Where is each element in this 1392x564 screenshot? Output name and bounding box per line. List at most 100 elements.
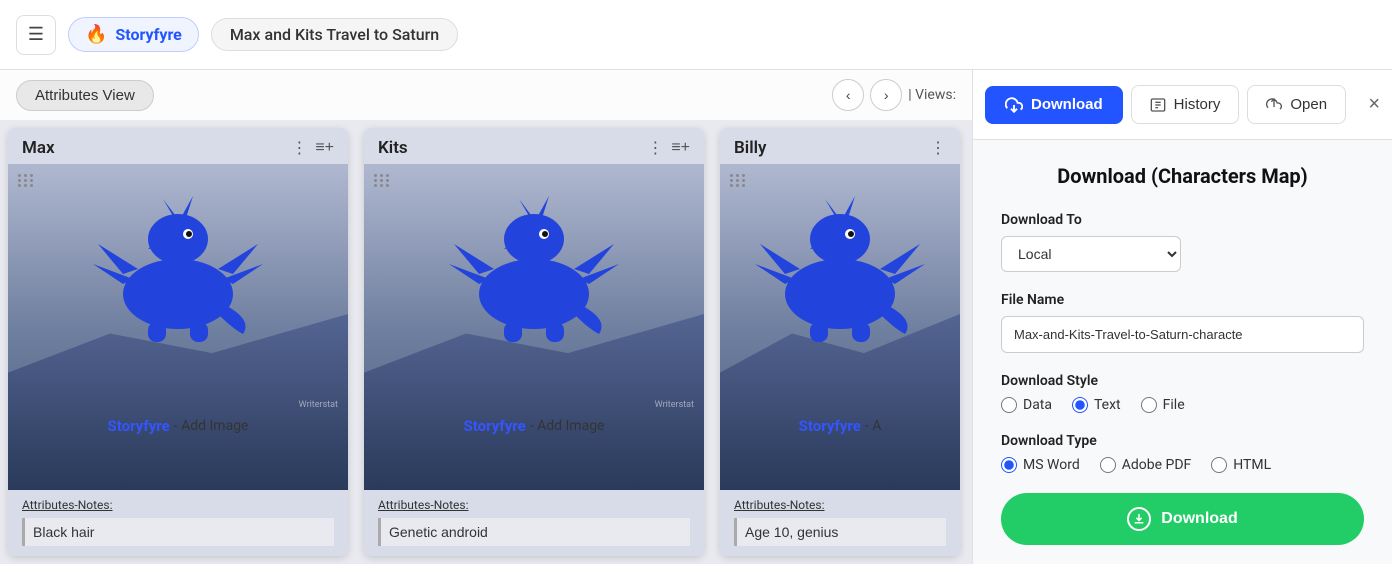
dragon-icon-kits [434, 174, 634, 344]
type-msword-radio[interactable] [1001, 457, 1017, 473]
file-name-input[interactable] [1001, 316, 1364, 353]
card-kits-add-button[interactable]: ≡+ [671, 139, 690, 157]
panel-close-button[interactable]: × [1368, 93, 1380, 116]
panel-download-button[interactable]: Download [985, 86, 1123, 124]
type-html-label: HTML [1233, 457, 1271, 473]
main-area: Attributes View ‹ › | Views: Max ⋮ ≡+ [0, 70, 1392, 564]
prev-view-button[interactable]: ‹ [832, 79, 864, 111]
card-kits-footer: Attributes-Notes: [364, 490, 704, 556]
style-text-radio[interactable] [1072, 397, 1088, 413]
history-icon [1150, 97, 1166, 113]
style-data-label: Data [1023, 397, 1052, 413]
menu-icon: ☰ [28, 24, 44, 45]
style-text-option[interactable]: Text [1072, 397, 1121, 413]
type-html-radio[interactable] [1211, 457, 1227, 473]
watermark-kits: Writerstat [655, 400, 694, 410]
card-billy-header: Billy ⋮ [720, 128, 960, 164]
download-to-select[interactable]: Local [1001, 236, 1181, 272]
card-max-name: Max [22, 138, 55, 158]
download-style-radio-group: Data Text File [1001, 397, 1364, 413]
card-kits-more-button[interactable]: ⋮ [647, 138, 663, 158]
download-to-group: Download To Local [1001, 212, 1364, 272]
file-name-group: File Name [1001, 292, 1364, 353]
storyfyre-add-image-billy: Storyfyre - A [799, 417, 882, 435]
add-image-text-billy: - A [865, 418, 881, 434]
views-controls: ‹ › | Views: [832, 79, 956, 111]
card-max: Max ⋮ ≡+ [8, 128, 348, 556]
brand-name: Storyfyre [115, 25, 181, 44]
file-name-label: File Name [1001, 292, 1364, 308]
flame-icon: 🔥 [85, 24, 107, 45]
card-max-more-button[interactable]: ⋮ [291, 138, 307, 158]
type-pdf-option[interactable]: Adobe PDF [1100, 457, 1192, 473]
views-label: | Views: [908, 87, 956, 103]
card-kits-actions: ⋮ ≡+ [647, 138, 690, 158]
panel-content: Download (Characters Map) Download To Lo… [973, 140, 1392, 564]
card-billy-image: Storyfyre - A [720, 164, 960, 490]
download-action-button[interactable]: Download [1001, 493, 1364, 545]
card-kits-header: Kits ⋮ ≡+ [364, 128, 704, 164]
download-type-label: Download Type [1001, 433, 1364, 449]
card-max-add-button[interactable]: ≡+ [315, 139, 334, 157]
card-billy-actions: ⋮ [930, 138, 946, 158]
card-billy: Billy ⋮ [720, 128, 960, 556]
style-file-radio[interactable] [1141, 397, 1157, 413]
style-file-label: File [1163, 397, 1185, 413]
card-kits-image: Writerstat Storyfyre - Add Image [364, 164, 704, 490]
download-to-label: Download To [1001, 212, 1364, 228]
storyfyre-add-image-kits: Storyfyre - Add Image [464, 417, 605, 435]
card-max-notes-label: Attributes-Notes: [22, 498, 334, 512]
download-arrow-icon [1133, 513, 1145, 525]
download-type-radio-group: MS Word Adobe PDF HTML [1001, 457, 1364, 473]
panel-open-button[interactable]: Open [1247, 85, 1346, 124]
card-kits-name: Kits [378, 138, 408, 158]
type-msword-label: MS Word [1023, 457, 1080, 473]
panel-title: Download (Characters Map) [1001, 164, 1364, 188]
card-billy-more-button[interactable]: ⋮ [930, 138, 946, 158]
card-kits-note-input[interactable] [378, 518, 690, 546]
topbar: ☰ 🔥 Storyfyre Max and Kits Travel to Sat… [0, 0, 1392, 70]
watermark: Writerstat [299, 400, 338, 410]
card-billy-notes-label: Attributes-Notes: [734, 498, 946, 512]
type-pdf-label: Adobe PDF [1122, 457, 1192, 473]
project-title: Max and Kits Travel to Saturn [211, 18, 458, 51]
dragon-icon-billy [740, 174, 940, 344]
dots-grid-kits [374, 174, 390, 187]
style-data-radio[interactable] [1001, 397, 1017, 413]
card-max-header: Max ⋮ ≡+ [8, 128, 348, 164]
card-billy-name: Billy [734, 138, 766, 158]
type-pdf-radio[interactable] [1100, 457, 1116, 473]
download-style-group: Download Style Data Text File [1001, 373, 1364, 413]
download-style-label: Download Style [1001, 373, 1364, 389]
panel-topbar: Download History Open × [973, 70, 1392, 140]
attributes-view-button[interactable]: Attributes View [16, 80, 154, 111]
type-html-option[interactable]: HTML [1211, 457, 1271, 473]
card-max-image: Writerstat Storyfyre - Add Image [8, 164, 348, 490]
download-circle-icon [1127, 507, 1151, 531]
card-billy-note-input[interactable] [734, 518, 946, 546]
card-kits: Kits ⋮ ≡+ [364, 128, 704, 556]
next-view-button[interactable]: › [870, 79, 902, 111]
dragon-icon [78, 174, 278, 344]
menu-button[interactable]: ☰ [16, 15, 56, 55]
card-kits-notes-label: Attributes-Notes: [378, 498, 690, 512]
cards-area: Max ⋮ ≡+ [0, 120, 972, 564]
card-billy-footer: Attributes-Notes: [720, 490, 960, 556]
storyfyre-add-image-max: Storyfyre - Add Image [108, 417, 249, 435]
style-text-label: Text [1094, 397, 1121, 413]
card-max-footer: Attributes-Notes: [8, 490, 348, 556]
card-max-actions: ⋮ ≡+ [291, 138, 334, 158]
open-cloud-icon [1266, 97, 1282, 113]
brand-button[interactable]: 🔥 Storyfyre [68, 17, 199, 52]
download-type-group: Download Type MS Word Adobe PDF HTML [1001, 433, 1364, 473]
style-data-option[interactable]: Data [1001, 397, 1052, 413]
right-panel: Download History Open × [972, 70, 1392, 564]
download-cloud-icon [1005, 96, 1023, 114]
panel-history-button[interactable]: History [1131, 85, 1240, 124]
card-max-note-input[interactable] [22, 518, 334, 546]
type-msword-option[interactable]: MS Word [1001, 457, 1080, 473]
left-content: Attributes View ‹ › | Views: Max ⋮ ≡+ [0, 70, 972, 564]
dots-grid [18, 174, 34, 187]
attributes-bar: Attributes View ‹ › | Views: [0, 70, 972, 120]
style-file-option[interactable]: File [1141, 397, 1185, 413]
